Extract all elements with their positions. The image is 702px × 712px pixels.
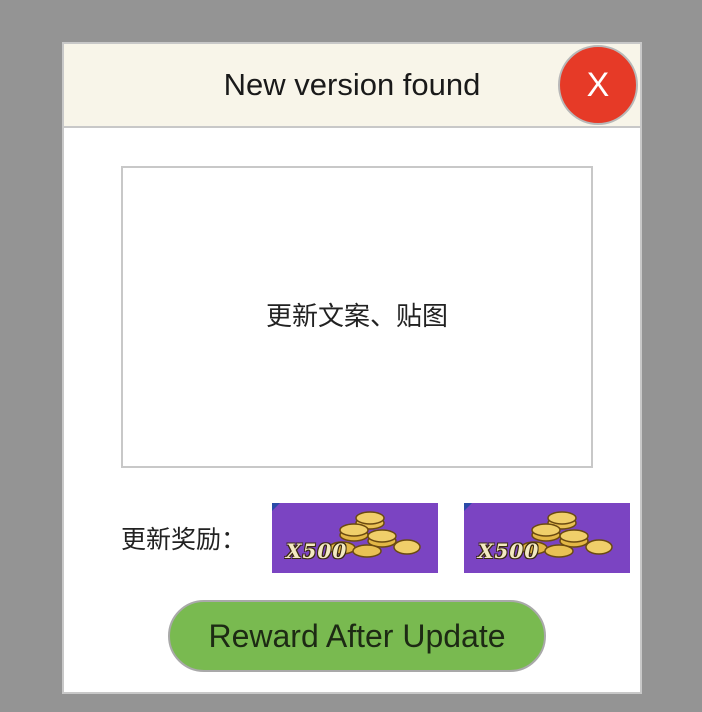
dialog-header: New version found bbox=[64, 44, 640, 128]
reward-quantity: X500 bbox=[478, 539, 540, 563]
reward-item: X500 bbox=[464, 503, 630, 573]
reward-quantity: X500 bbox=[286, 539, 348, 563]
update-content-text: 更新文案、贴图 bbox=[265, 302, 448, 332]
close-button[interactable]: X bbox=[558, 45, 638, 125]
reward-label: 更新奖励： bbox=[121, 525, 247, 554]
reward-after-update-button[interactable]: Reward After Update bbox=[168, 600, 546, 672]
update-content-box: 更新文案、贴图 bbox=[121, 166, 593, 468]
dialog-title: New version found bbox=[223, 67, 481, 102]
reward-item: X500 bbox=[272, 503, 438, 573]
update-dialog: New version found X 更新文案、贴图 更新奖励： X500 X… bbox=[62, 42, 642, 694]
